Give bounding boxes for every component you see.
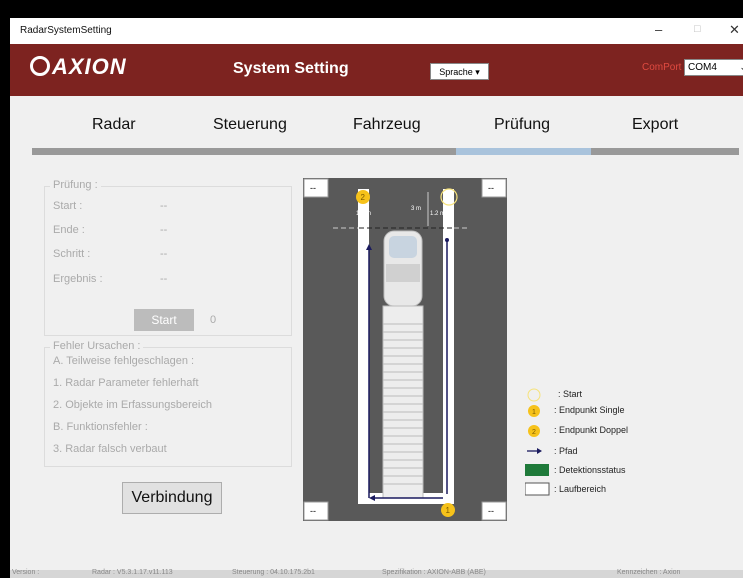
start-button[interactable]: Start [134, 309, 194, 331]
fehler-item: B. Funktionsfehler : [53, 421, 148, 433]
header-title: System Setting [233, 60, 349, 77]
tab-pruefung[interactable]: Prüfung [494, 116, 550, 134]
app-header: AXION System Setting Sprache ▾ ComPort C… [10, 44, 743, 96]
minimize-button[interactable]: – [655, 22, 662, 37]
ergebnis-label: Ergebnis : [53, 273, 103, 285]
fehler-item: A. Teilweise fehlgeschlagen : [53, 355, 195, 367]
fehler-item: 1. Radar Parameter fehlerhaft [53, 377, 199, 389]
legend-walk-area: : Laufbereich [554, 484, 607, 494]
corner-button-bottom-left-label: -- [310, 506, 316, 516]
schritt-label: Schritt : [53, 248, 91, 260]
start-circle-icon [527, 388, 541, 402]
legend-start: : Start [558, 389, 583, 399]
legend-endpoint-double: : Endpunkt Doppel [554, 425, 629, 435]
maximize-button[interactable]: □ [694, 23, 701, 35]
corner-button-bottom-right[interactable] [481, 501, 507, 521]
tab-indicator-bar [32, 148, 456, 155]
corner-button-top-left[interactable] [303, 178, 329, 198]
comport-value: COM4 [688, 62, 717, 73]
dim-left: 1.2 m [356, 211, 371, 217]
dim-three: 3 m [411, 206, 421, 212]
comport-label: ComPort [642, 62, 682, 73]
legend-endpoint-single: : Endpunkt Single [554, 405, 625, 415]
tab-steuerung[interactable]: Steuerung [213, 116, 287, 134]
legend-single-number: 1 [532, 409, 536, 416]
truck-icon [382, 230, 424, 499]
corner-button-top-right[interactable] [481, 178, 507, 198]
status-version: Version : [12, 569, 40, 576]
walk-area-swatch [525, 482, 550, 496]
schritt-value: -- [160, 248, 168, 260]
language-dropdown[interactable]: Sprache ▾ [430, 63, 489, 80]
tab-fahrzeug[interactable]: Fahrzeug [353, 116, 421, 134]
test-path-diagram: 1.2 m 1.2 m 3 m 2 1 -- -- -- -- [303, 178, 507, 521]
start-label: Start : [53, 200, 83, 212]
test-count: 0 [210, 314, 217, 326]
window-title: RadarSystemSetting [20, 25, 112, 36]
app-window: RadarSystemSetting – □ ✕ AXION System Se… [10, 18, 743, 578]
legend-double-number: 2 [532, 429, 536, 436]
title-bar: RadarSystemSetting – □ ✕ [10, 18, 743, 44]
detection-status-swatch [525, 464, 549, 476]
fehler-group-title: Fehler Ursachen : [50, 340, 144, 352]
ergebnis-value: -- [160, 273, 168, 285]
status-steuerung: Steuerung : 04.10.175.2b1 [232, 569, 315, 576]
path-arrow-head [537, 448, 542, 454]
status-spezifikation: Spezifikation : AXION-ABB (ABE) [382, 569, 486, 576]
ende-value: -- [160, 224, 168, 236]
chevron-down-icon: ⌄ [739, 60, 743, 75]
corner-button-bottom-left[interactable] [303, 501, 329, 521]
tab-export[interactable]: Export [632, 116, 678, 134]
legend-icons: 1 2 [525, 388, 550, 496]
axion-logo-icon [30, 56, 50, 76]
corner-button-bottom-right-label: -- [488, 506, 494, 516]
pruefung-group-title: Prüfung : [50, 179, 101, 191]
endpoint-single-number: 1 [446, 506, 451, 515]
walk-area-left [358, 189, 369, 504]
fehler-item: 3. Radar falsch verbaut [53, 443, 167, 455]
close-button[interactable]: ✕ [729, 22, 740, 38]
tab-indicator-active [456, 148, 591, 155]
status-bar: Version : Radar : V5.3.1.17.v11.113 Steu… [10, 569, 743, 578]
status-radar: Radar : V5.3.1.17.v11.113 [92, 569, 173, 576]
legend-path: : Pfad [554, 446, 578, 456]
walk-area-right [443, 189, 454, 504]
corner-button-top-left-label: -- [310, 183, 316, 193]
tab-radar[interactable]: Radar [92, 116, 136, 134]
start-value: -- [160, 200, 168, 212]
comport-select[interactable]: COM4 ⌄ [684, 59, 743, 76]
main-tabs: Radar Steuerung Fahrzeug Prüfung Export [10, 96, 743, 148]
corner-button-top-right-label: -- [488, 183, 494, 193]
fehler-item: 2. Objekte im Erfassungsbereich [53, 399, 212, 411]
axion-logo: AXION [30, 54, 127, 80]
status-kennzeichen: Kennzeichen : Axion [617, 569, 681, 576]
tab-indicator-bar-right [591, 148, 739, 155]
dim-right: 1.2 m [430, 211, 445, 217]
verbindung-button[interactable]: Verbindung [122, 482, 222, 514]
ende-label: Ende : [53, 224, 85, 236]
legend-detection-status: : Detektionsstatus [554, 465, 626, 475]
endpoint-double-number: 2 [361, 193, 366, 202]
